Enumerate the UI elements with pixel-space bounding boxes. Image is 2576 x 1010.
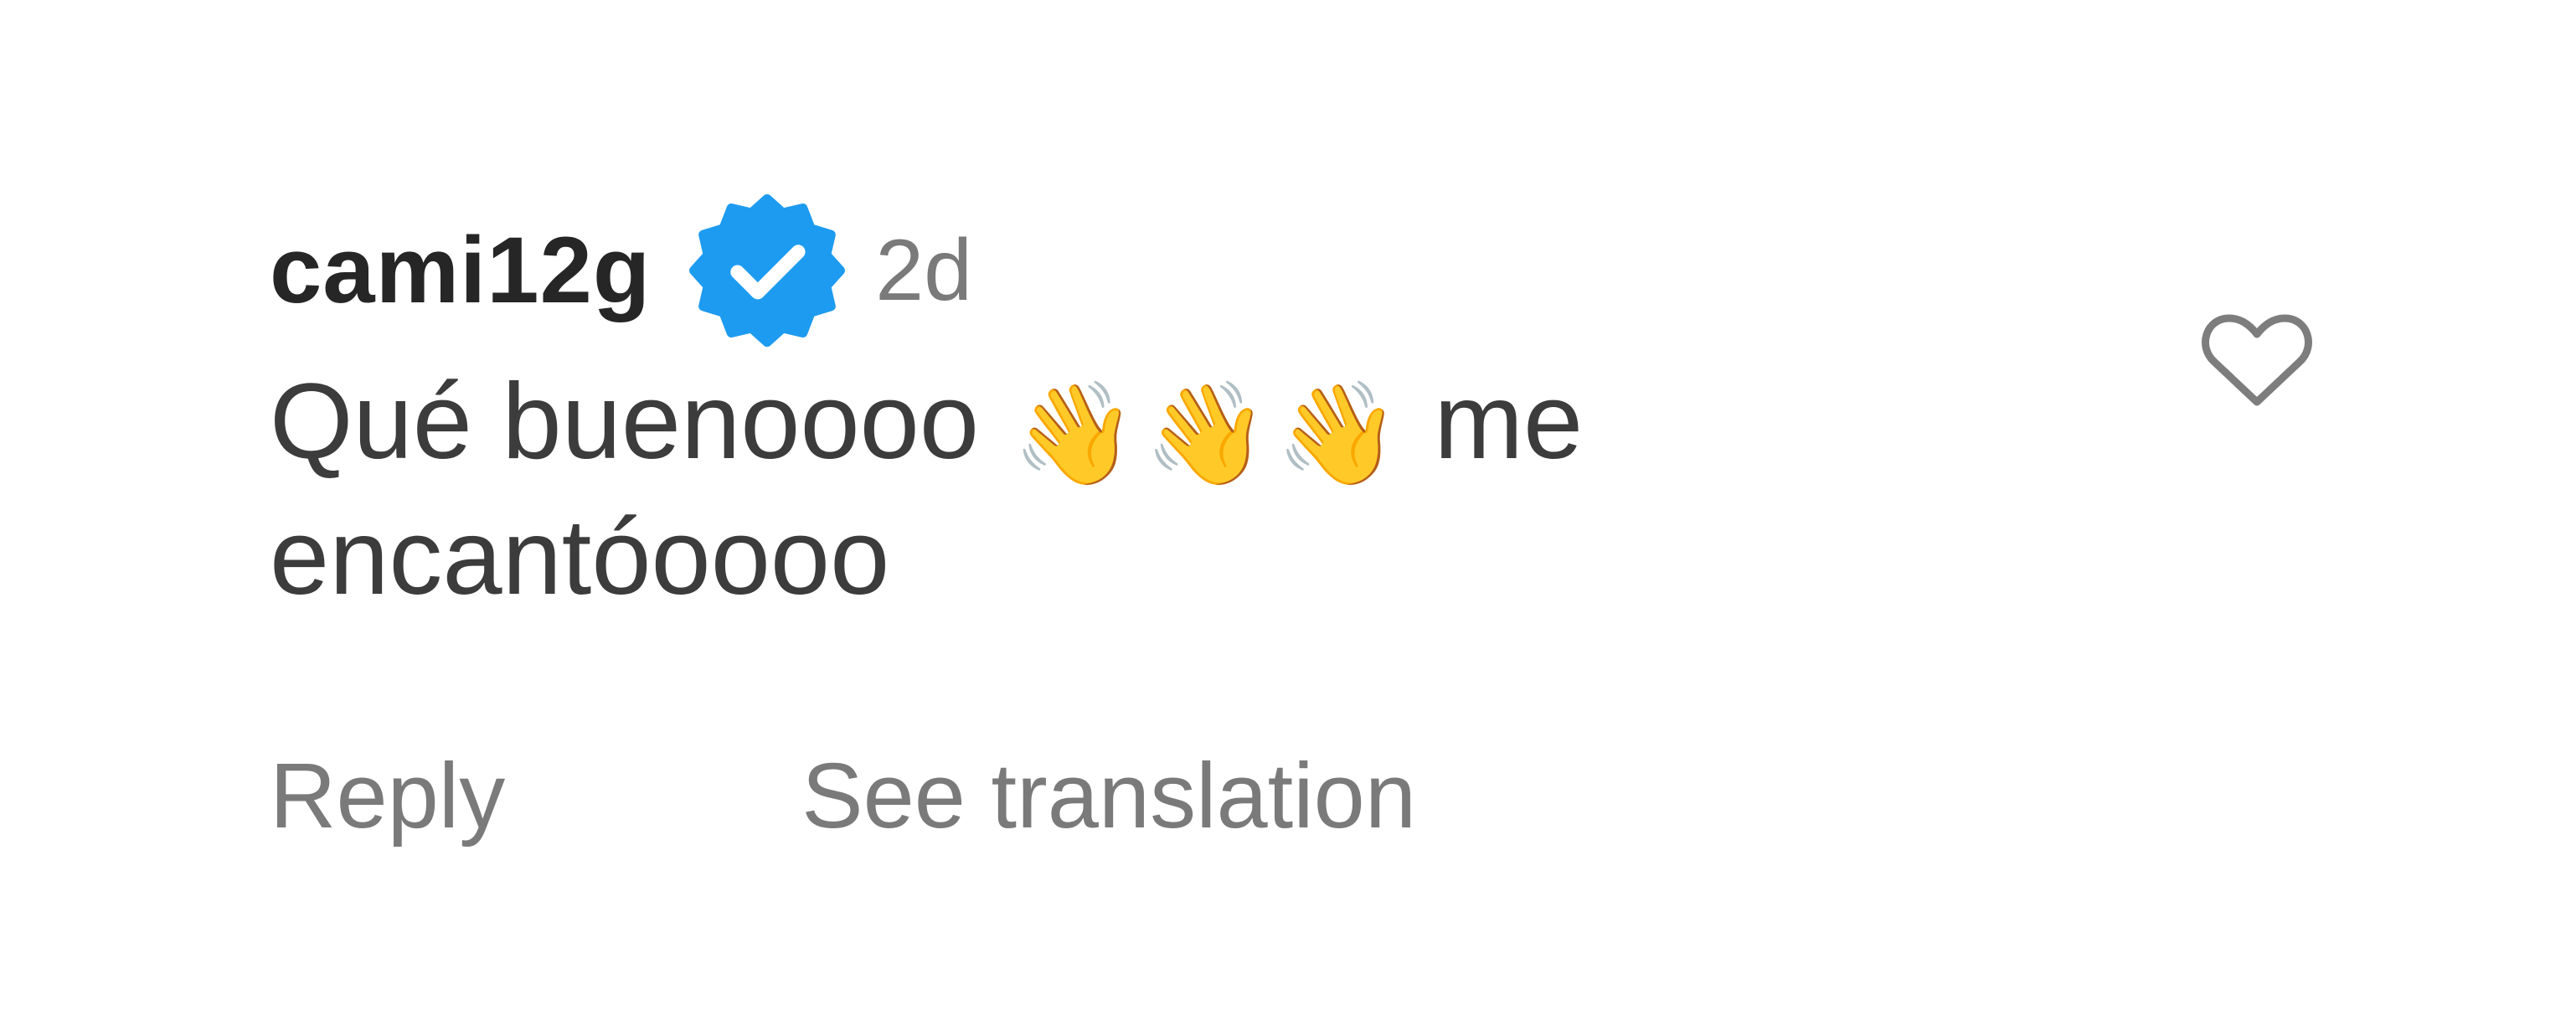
see-translation-button[interactable]: See translation: [801, 750, 1416, 843]
comment-header: cami12g 2d: [270, 193, 2280, 348]
comment-timestamp: 2d: [875, 222, 972, 319]
comment-text-start: Qué buenoooo: [270, 362, 979, 482]
username[interactable]: cami12g: [270, 224, 651, 317]
comment-card: cami12g 2d Qué buenoooo 👋👋👋 me encantóoo…: [0, 0, 2576, 1010]
reply-button[interactable]: Reply: [270, 750, 505, 843]
verified-badge-icon: [689, 193, 846, 348]
heart-outline-icon[interactable]: [2194, 295, 2320, 412]
comment-text: Qué buenoooo 👋👋👋 me encantóoooo: [270, 360, 1693, 620]
comment-actions: Reply See translation: [270, 750, 1416, 843]
waving-hand-emoji: 👋: [1012, 378, 1137, 490]
comment: cami12g 2d Qué buenoooo 👋👋👋 me encantóoo…: [270, 193, 2280, 620]
waving-hand-emoji: 👋: [1143, 378, 1270, 490]
waving-hand-emoji: 👋: [1275, 378, 1401, 490]
